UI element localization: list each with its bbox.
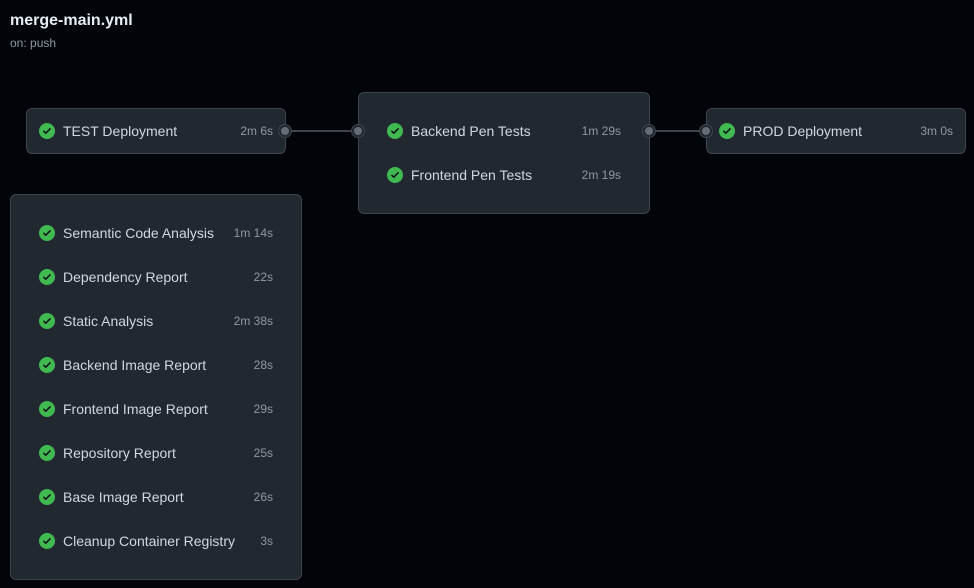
- job-name: Semantic Code Analysis: [63, 225, 214, 241]
- job-card-test-deployment[interactable]: TEST Deployment 2m 6s: [26, 108, 286, 154]
- job-duration: 2m 38s: [233, 314, 273, 328]
- job-name: Static Analysis: [63, 313, 154, 329]
- job-item[interactable]: TEST Deployment 2m 6s: [39, 119, 273, 143]
- job-duration: 28s: [253, 358, 273, 372]
- success-check-icon: [39, 357, 55, 373]
- success-check-icon: [39, 401, 55, 417]
- success-check-icon: [39, 123, 55, 139]
- job-name: Cleanup Container Registry: [63, 533, 235, 549]
- job-duration: 2m 6s: [240, 124, 273, 138]
- success-check-icon: [387, 123, 403, 139]
- job-item[interactable]: Frontend Pen Tests 2m 19s: [387, 163, 621, 187]
- job-item[interactable]: Dependency Report 22s: [39, 265, 273, 289]
- job-group-reports: Semantic Code Analysis 1m 14s Dependency…: [10, 194, 302, 580]
- job-item[interactable]: Semantic Code Analysis 1m 14s: [39, 221, 273, 245]
- connector-node-in: [351, 124, 365, 138]
- connector-line: [654, 130, 704, 132]
- success-check-icon: [39, 533, 55, 549]
- connector-node-out: [642, 124, 656, 138]
- job-name: Frontend Image Report: [63, 401, 208, 417]
- job-item[interactable]: Cleanup Container Registry 3s: [39, 529, 273, 553]
- job-duration: 25s: [253, 446, 273, 460]
- job-name: Dependency Report: [63, 269, 188, 285]
- job-duration: 3s: [260, 534, 273, 548]
- job-item[interactable]: Static Analysis 2m 38s: [39, 309, 273, 333]
- job-name: Frontend Pen Tests: [411, 167, 533, 183]
- job-duration: 1m 14s: [233, 226, 273, 240]
- success-check-icon: [39, 489, 55, 505]
- job-item[interactable]: PROD Deployment 3m 0s: [719, 119, 953, 143]
- job-duration: 22s: [253, 270, 273, 284]
- job-name: Repository Report: [63, 445, 176, 461]
- job-duration: 3m 0s: [920, 124, 953, 138]
- job-duration: 1m 29s: [581, 124, 621, 138]
- success-check-icon: [39, 445, 55, 461]
- success-check-icon: [387, 167, 403, 183]
- job-duration: 26s: [253, 490, 273, 504]
- job-item[interactable]: Backend Image Report 28s: [39, 353, 273, 377]
- success-check-icon: [39, 313, 55, 329]
- success-check-icon: [39, 225, 55, 241]
- job-group-pen-tests: Backend Pen Tests 1m 29s Frontend Pen Te…: [358, 92, 650, 214]
- job-item[interactable]: Base Image Report 26s: [39, 485, 273, 509]
- job-card-prod-deployment[interactable]: PROD Deployment 3m 0s: [706, 108, 966, 154]
- success-check-icon: [39, 269, 55, 285]
- connector-line: [290, 130, 356, 132]
- workflow-title: merge-main.yml: [10, 12, 133, 29]
- job-name: PROD Deployment: [743, 123, 863, 139]
- job-name: TEST Deployment: [63, 123, 178, 139]
- connector-node-out: [278, 124, 292, 138]
- job-name: Backend Pen Tests: [411, 123, 531, 139]
- job-name: Base Image Report: [63, 489, 184, 505]
- job-name: Backend Image Report: [63, 357, 207, 373]
- connector-node-in: [699, 124, 713, 138]
- workflow-trigger: on: push: [10, 36, 57, 50]
- job-duration: 29s: [253, 402, 273, 416]
- success-check-icon: [719, 123, 735, 139]
- job-item[interactable]: Frontend Image Report 29s: [39, 397, 273, 421]
- job-item[interactable]: Repository Report 25s: [39, 441, 273, 465]
- job-item[interactable]: Backend Pen Tests 1m 29s: [387, 119, 621, 143]
- job-duration: 2m 19s: [581, 168, 621, 182]
